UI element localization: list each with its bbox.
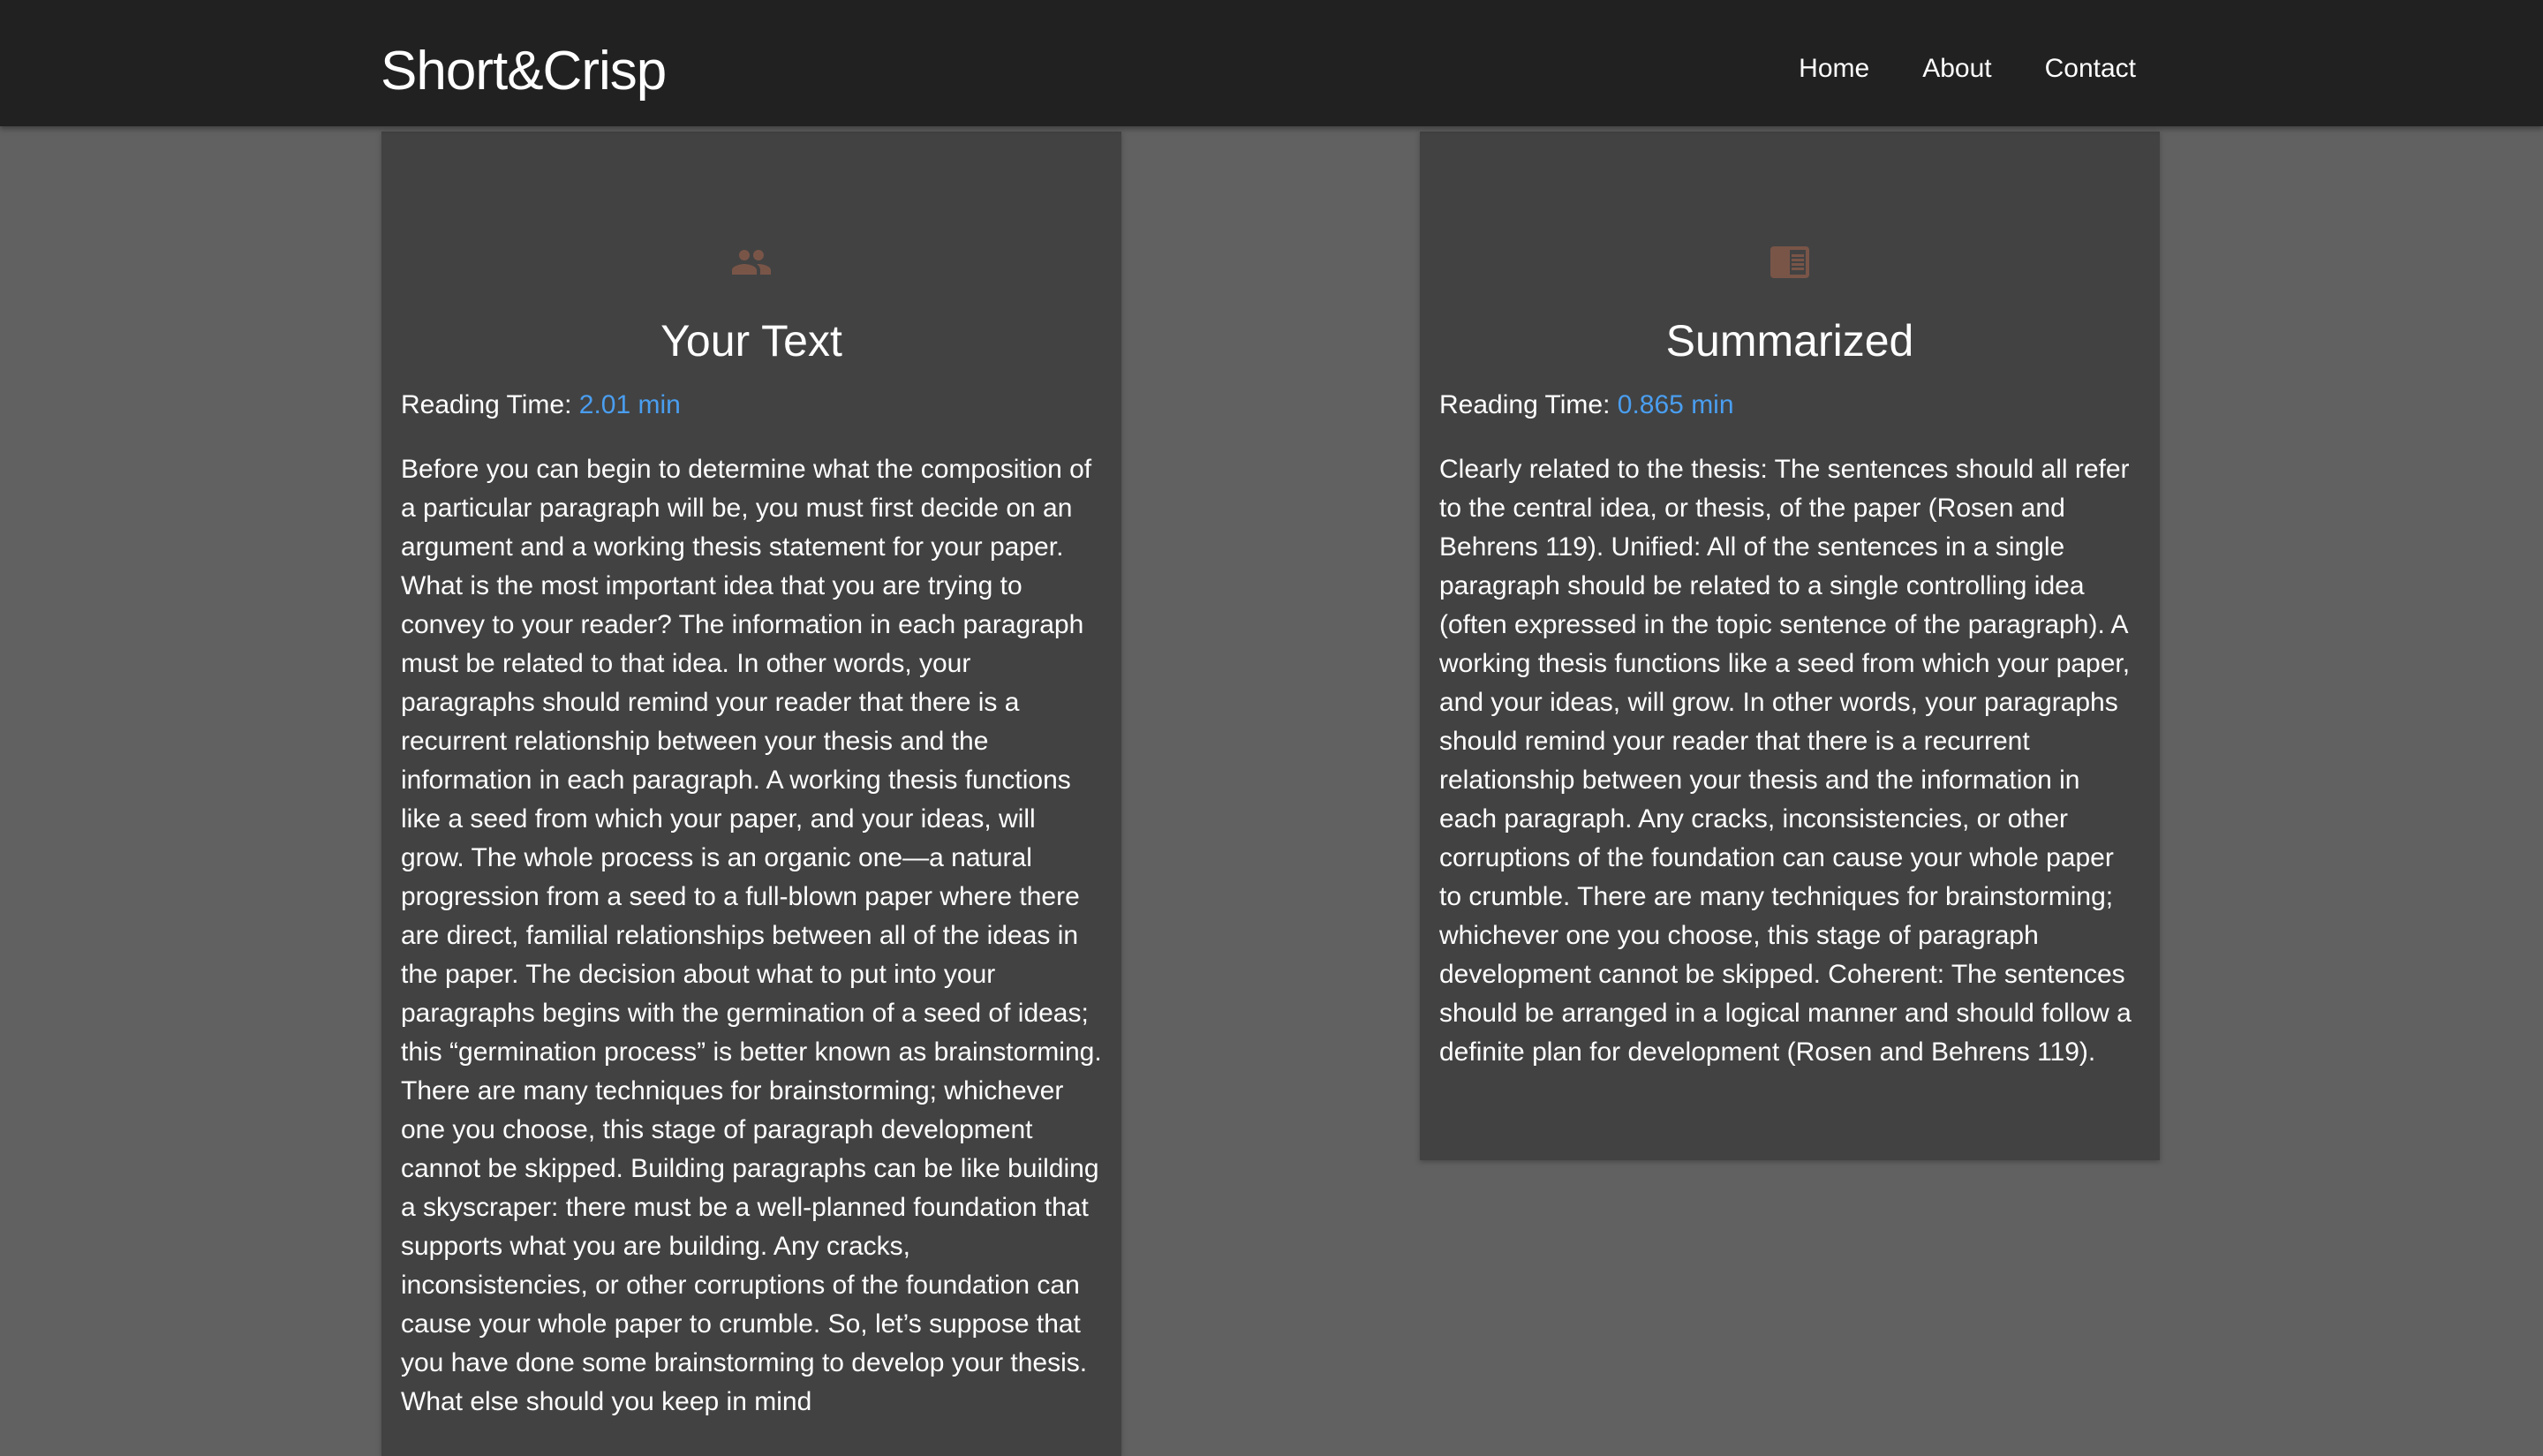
- summary-reading-time: Reading Time: 0.865 min: [1439, 388, 2140, 423]
- original-text-card: Your Text Reading Time: 2.01 min Before …: [381, 132, 1121, 1456]
- nav-link-about[interactable]: About: [1922, 51, 1991, 87]
- summary-card-title: Summarized: [1665, 316, 1914, 366]
- nav-link-contact[interactable]: Contact: [2045, 51, 2136, 87]
- original-text-body: Before you can begin to determine what t…: [401, 455, 1102, 1416]
- people-icon: [732, 250, 771, 275]
- summary-text-body: Clearly related to the thesis: The sente…: [1439, 455, 2132, 1067]
- nav-link-home[interactable]: Home: [1799, 51, 1869, 87]
- reading-time-label: Reading Time:: [401, 390, 572, 419]
- reading-time-value: 2.01 min: [578, 390, 681, 419]
- reading-time-value: 0.865 min: [1617, 390, 1734, 419]
- navbar: Short&Crisp Home About Contact: [0, 0, 2543, 126]
- reading-time-label: Reading Time:: [1439, 390, 1611, 419]
- summary-card: Summarized Reading Time: 0.865 min Clear…: [1420, 132, 2160, 1160]
- original-card-title: Your Text: [660, 316, 842, 366]
- featured-article-icon: [1770, 246, 1809, 278]
- nav-links: Home About Contact: [1799, 51, 2136, 87]
- brand-logo-text[interactable]: Short&Crisp: [381, 37, 667, 106]
- original-reading-time: Reading Time: 2.01 min: [401, 388, 1102, 423]
